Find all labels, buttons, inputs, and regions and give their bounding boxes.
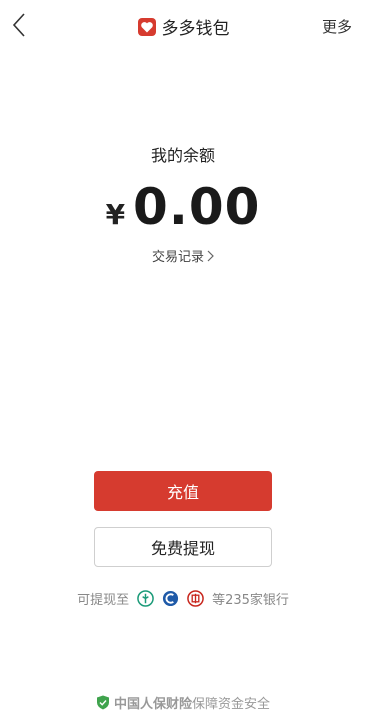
supported-banks: 可提现至 等235家银行 xyxy=(0,589,366,608)
balance-value: 0.00 xyxy=(133,178,261,236)
wallet-heart-icon xyxy=(137,17,156,36)
insurer-brand: 中国人保财险 xyxy=(113,697,192,712)
currency-symbol: ¥ xyxy=(105,198,126,231)
balance-label: 我的余额 xyxy=(150,146,215,165)
security-footer: 中国人保财险 保障资金安全 xyxy=(0,693,366,712)
abc-bank-icon xyxy=(137,590,154,607)
bocom-bank-icon xyxy=(163,590,179,607)
nav-bar: 多多钱包 更多 xyxy=(0,0,366,50)
shield-check-icon xyxy=(96,695,109,710)
security-text: 保障资金安全 xyxy=(192,697,271,712)
recharge-button[interactable]: 充值 xyxy=(94,471,272,511)
chevron-right-icon xyxy=(207,250,214,261)
transaction-records-label: 交易记录 xyxy=(151,250,204,265)
banks-suffix: 等235家银行 xyxy=(212,593,289,608)
more-button[interactable]: 更多 xyxy=(322,16,352,37)
page-title-group: 多多钱包 xyxy=(0,14,366,39)
page-title: 多多钱包 xyxy=(161,19,230,39)
icbc-bank-icon xyxy=(187,590,204,607)
withdraw-button[interactable]: 免费提现 xyxy=(94,527,272,567)
banks-prefix: 可提现至 xyxy=(77,593,130,608)
transaction-records-link[interactable]: 交易记录 xyxy=(0,246,366,265)
balance-amount: ¥ 0.00 xyxy=(0,178,366,236)
